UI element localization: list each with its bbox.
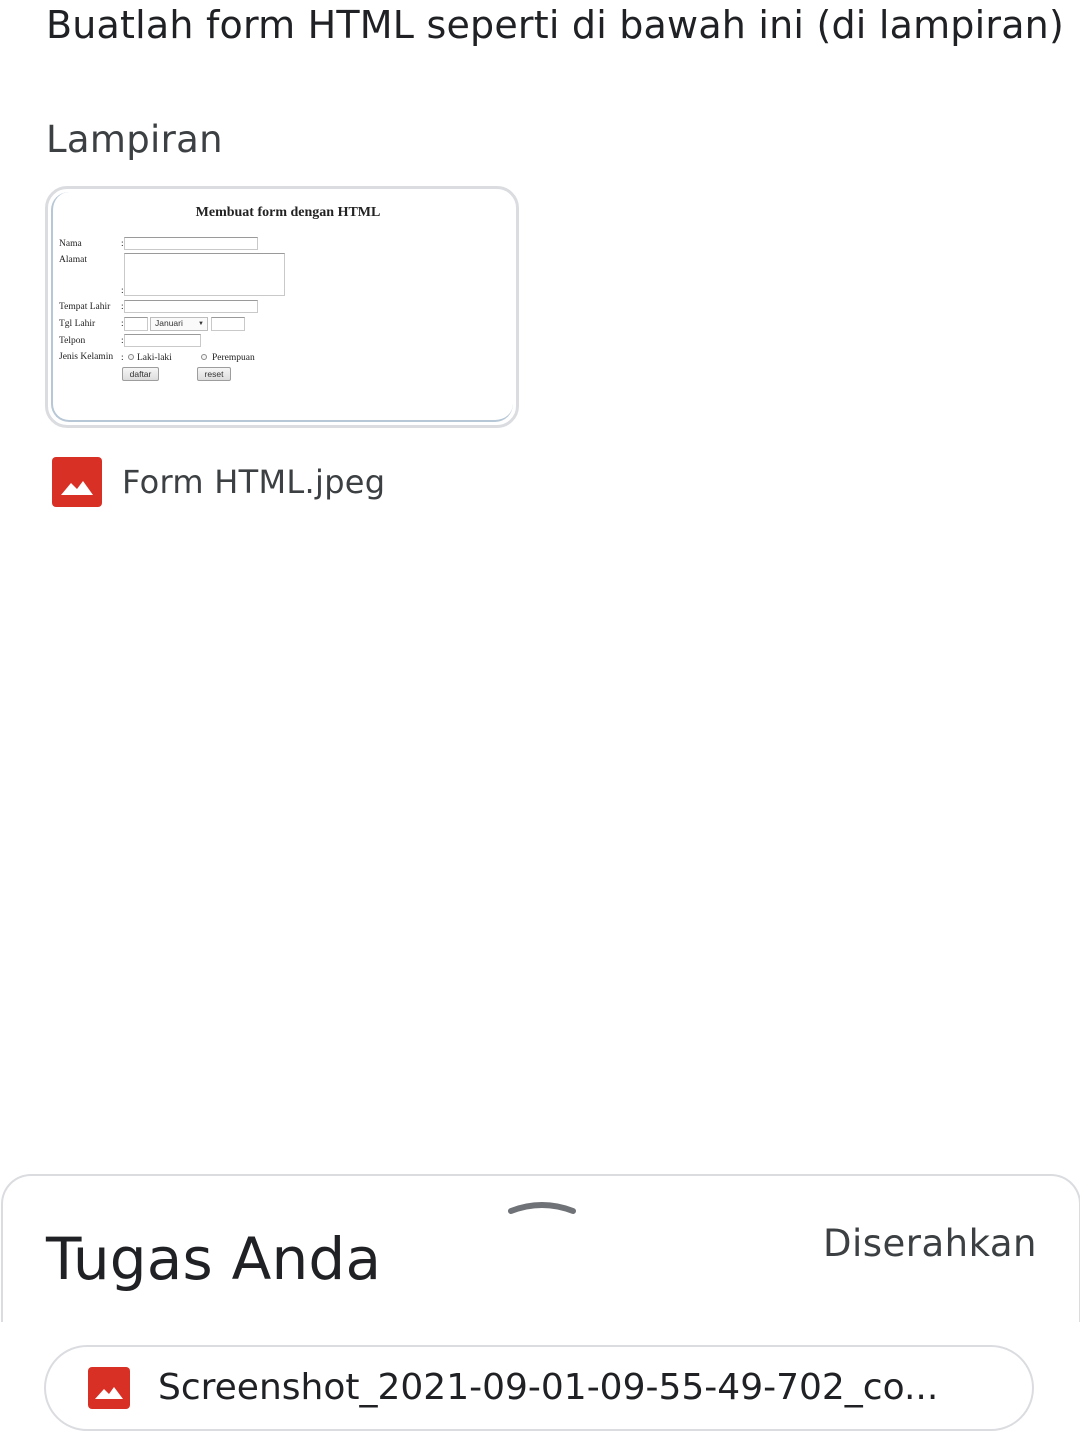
preview-label-alamat: Alamat: [59, 255, 87, 265]
preview-radio-laki: [128, 354, 134, 360]
preview-label-telpon: Telpon: [59, 336, 86, 346]
image-icon: [88, 1367, 130, 1409]
preview-label-tempat-lahir: Tempat Lahir: [59, 302, 111, 312]
attachment-file-name: Form HTML.jpeg: [122, 463, 386, 501]
image-icon: [52, 457, 102, 507]
preview-colon: :: [121, 353, 124, 363]
preview-radio-label-perempuan: Perempuan: [212, 353, 255, 363]
attachments-heading: Lampiran: [46, 118, 223, 161]
form-preview-image: Membuat form dengan HTML Nama : Alamat :…: [48, 189, 516, 425]
preview-label-nama: Nama: [59, 239, 82, 249]
preview-daftar-button: daftar: [122, 367, 159, 381]
assignment-page: Buatlah form HTML seperti di bawah ini (…: [0, 0, 1080, 1440]
preview-radio-perempuan: [201, 354, 207, 360]
preview-tempat-lahir-input: [124, 300, 258, 313]
preview-telpon-input: [124, 334, 201, 347]
preview-nama-input: [124, 237, 258, 250]
attachment-file-row[interactable]: Form HTML.jpeg: [52, 456, 385, 508]
preview-day-input: [124, 317, 148, 331]
attachment-thumbnail[interactable]: Membuat form dengan HTML Nama : Alamat :…: [45, 186, 519, 428]
submitted-file-chip[interactable]: Screenshot_2021-09-01-09-55-49-702_co...: [44, 1345, 1034, 1431]
preview-month-value: Januari: [155, 318, 183, 328]
preview-label-jenis-kelamin: Jenis Kelamin: [59, 352, 114, 362]
preview-alamat-textarea: [124, 253, 285, 296]
preview-month-select: Januari ▼: [150, 317, 208, 331]
chevron-up-icon[interactable]: [507, 1194, 577, 1218]
preview-reset-button: reset: [197, 367, 231, 381]
preview-label-tgl-lahir: Tgl Lahir: [59, 319, 96, 329]
submitted-file-name: Screenshot_2021-09-01-09-55-49-702_co...: [158, 1367, 939, 1408]
preview-title: Membuat form dengan HTML: [195, 205, 381, 220]
preview-colon: :: [121, 286, 124, 296]
preview-year-input: [211, 317, 245, 331]
dropdown-caret-icon: ▼: [198, 321, 204, 327]
your-work-title: Tugas Anda: [46, 1225, 382, 1293]
submission-status: Diserahkan: [822, 1222, 1037, 1265]
preview-radio-label-laki: Laki-laki: [137, 353, 172, 363]
assignment-instructions: Buatlah form HTML seperti di bawah ini (…: [46, 3, 1064, 47]
